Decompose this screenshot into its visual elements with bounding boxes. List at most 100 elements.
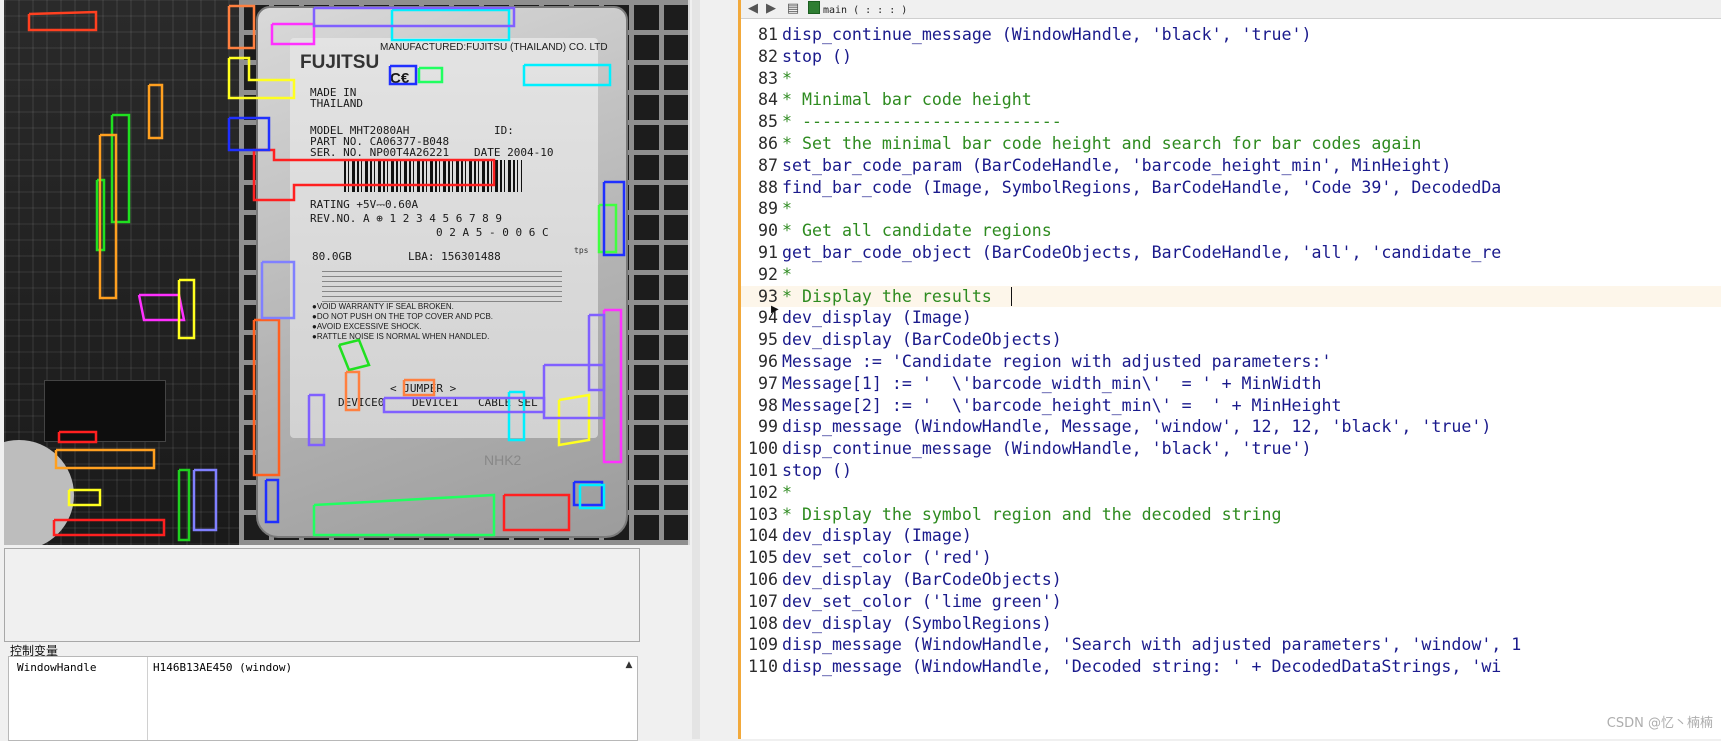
line-number: 83 bbox=[758, 68, 778, 88]
code-line[interactable]: 103 * Display the symbol region and the d… bbox=[741, 504, 1721, 526]
code-statement: dev_display (Image) bbox=[782, 526, 972, 546]
code-line[interactable]: 90 * Get all candidate regions bbox=[741, 220, 1721, 242]
code-line[interactable]: 81 disp_continue_message (WindowHandle, '… bbox=[741, 24, 1721, 46]
code-statement: dev_set_color ('lime green') bbox=[782, 591, 1062, 611]
line-number: 91 bbox=[758, 243, 778, 262]
code-line[interactable]: 91 get_bar_code_object (BarCodeObjects, B… bbox=[741, 242, 1721, 264]
region-yellow-3 bbox=[67, 488, 102, 507]
region-orange-3 bbox=[54, 448, 156, 470]
procedure-icon bbox=[808, 1, 820, 14]
code-line[interactable]: 104 dev_display (Image) bbox=[741, 525, 1721, 547]
line-number: 109 bbox=[748, 635, 778, 655]
code-comment: * bbox=[782, 264, 792, 284]
region-red-6 bbox=[27, 10, 98, 32]
line-number: 86 bbox=[758, 134, 778, 153]
line-number: 81 bbox=[758, 25, 778, 44]
code-line[interactable]: 108 dev_display (SymbolRegions) bbox=[741, 613, 1721, 635]
region-blue-1 bbox=[227, 116, 271, 152]
text-caret bbox=[1011, 287, 1012, 306]
code-comment: * Display the results bbox=[782, 286, 992, 306]
variables-table: WindowHandle H146B13AE450 (window) ▲ bbox=[8, 656, 638, 741]
region-purple-5 bbox=[382, 396, 546, 414]
program-editor[interactable]: ◀ ▶ ▤ main ( : : : ) 81 disp_continue_mes… bbox=[741, 0, 1721, 739]
code-line[interactable]: 85 * -------------------------- bbox=[741, 111, 1721, 133]
region-purple-6 bbox=[542, 363, 606, 420]
region-green-6 bbox=[597, 203, 618, 254]
code-line[interactable]: 87 set_bar_code_param (BarCodeHandle, 'ba… bbox=[741, 155, 1721, 177]
code-line[interactable]: 89 * bbox=[741, 198, 1721, 220]
code-line[interactable]: 109 disp_message (WindowHandle, 'Search w… bbox=[741, 634, 1721, 656]
code-line[interactable]: 86 * Set the minimal bar code height and … bbox=[741, 133, 1721, 155]
line-number: 107 bbox=[748, 591, 778, 611]
code-line[interactable]: 95 dev_display (BarCodeObjects) bbox=[741, 329, 1721, 351]
code-line[interactable]: 101 stop () bbox=[741, 460, 1721, 482]
code-statement: dev_display (Image) bbox=[782, 308, 972, 328]
graphics-scrollbar[interactable] bbox=[692, 0, 700, 739]
code-statement: Message := 'Candidate region with adjust… bbox=[782, 352, 1332, 371]
code-area[interactable]: 81 disp_continue_message (WindowHandle, '… bbox=[741, 24, 1721, 739]
region-purple-4 bbox=[307, 393, 326, 447]
region-magenta-2 bbox=[602, 308, 623, 464]
code-statement: stop () bbox=[782, 461, 852, 480]
code-line[interactable]: 110 disp_message (WindowHandle, 'Decoded … bbox=[741, 656, 1721, 678]
code-line[interactable]: 92 * bbox=[741, 264, 1721, 286]
region-orange-4 bbox=[402, 378, 436, 397]
region-red-5 bbox=[57, 430, 98, 444]
code-line[interactable]: 93 * Display the results bbox=[741, 285, 1721, 308]
code-statement: find_bar_code (Image, SymbolRegions, Bar… bbox=[782, 177, 1502, 197]
pane-gutter bbox=[700, 0, 738, 739]
code-statement: disp_message (WindowHandle, 'Decoded str… bbox=[782, 657, 1502, 677]
region-green-5 bbox=[337, 338, 371, 372]
procedure-browser-icon[interactable]: ▤ bbox=[785, 1, 801, 17]
code-line[interactable]: 97 Message[1] := ' \'barcode_width_min\' … bbox=[741, 373, 1721, 395]
graphics-window[interactable]: FUJITSU MANUFACTURED:FUJITSU (THAILAND) … bbox=[4, 0, 690, 545]
line-number: 87 bbox=[758, 155, 778, 175]
code-line[interactable]: 99 disp_message (WindowHandle, Message, '… bbox=[741, 416, 1721, 438]
code-line[interactable]: 83 * bbox=[741, 68, 1721, 90]
line-number: 98 bbox=[758, 395, 778, 415]
code-line[interactable]: 106 dev_display (BarCodeObjects) bbox=[741, 569, 1721, 591]
variable-name: WindowHandle bbox=[17, 661, 97, 674]
line-number: 92 bbox=[758, 264, 778, 284]
line-number: 85 bbox=[758, 112, 778, 132]
code-line[interactable]: 100 disp_continue_message (WindowHandle, … bbox=[741, 438, 1721, 460]
code-statement: Message[2] := ' \'barcode_height_min\' =… bbox=[782, 395, 1342, 415]
code-comment: * -------------------------- bbox=[782, 112, 1062, 132]
program-counter-icon: ▶ bbox=[771, 304, 779, 315]
code-line[interactable]: 94 dev_display (Image) bbox=[741, 307, 1721, 329]
line-number: 89 bbox=[758, 199, 778, 219]
code-line[interactable]: 88 find_bar_code (Image, SymbolRegions, B… bbox=[741, 177, 1721, 199]
line-number: 90 bbox=[758, 221, 778, 241]
arrow-left-icon[interactable]: ◀ bbox=[745, 1, 761, 17]
line-number: 106 bbox=[748, 570, 778, 589]
region-red-3 bbox=[502, 493, 571, 532]
code-line[interactable]: 82 stop () bbox=[741, 46, 1721, 68]
code-comment: * Get all candidate regions bbox=[782, 221, 1052, 241]
code-statement: Message[1] := ' \'barcode_width_min\' = … bbox=[782, 373, 1322, 393]
code-line[interactable]: 107 dev_set_color ('lime green') bbox=[741, 591, 1721, 613]
code-statement: dev_display (SymbolRegions) bbox=[782, 613, 1052, 633]
region-blue-5 bbox=[388, 64, 418, 86]
region-purple-7 bbox=[587, 313, 606, 392]
code-line[interactable]: 105 dev_set_color ('red') bbox=[741, 547, 1721, 569]
code-line[interactable]: 102 * bbox=[741, 482, 1721, 504]
region-yellow-4 bbox=[557, 393, 591, 447]
region-red-2 bbox=[252, 318, 281, 477]
procedure-tab[interactable]: main ( : : : ) bbox=[808, 1, 907, 16]
code-comment: * bbox=[782, 482, 792, 502]
scroll-up-icon[interactable]: ▲ bbox=[623, 659, 635, 671]
line-number: 105 bbox=[748, 548, 778, 568]
line-number: 88 bbox=[758, 177, 778, 197]
region-orange-6 bbox=[98, 133, 118, 300]
code-line[interactable]: 98 Message[2] := ' \'barcode_height_min\'… bbox=[741, 395, 1721, 417]
region-orange-2 bbox=[147, 83, 164, 140]
code-line[interactable]: 96 Message := 'Candidate region with adju… bbox=[741, 351, 1721, 373]
variable-row[interactable]: WindowHandle H146B13AE450 (window) bbox=[9, 659, 621, 675]
code-statement: set_bar_code_param (BarCodeHandle, 'barc… bbox=[782, 155, 1452, 175]
line-number: 100 bbox=[748, 439, 778, 459]
candidate-regions-overlay bbox=[27, 4, 626, 542]
code-line[interactable]: 84 * Minimal bar code height bbox=[741, 89, 1721, 111]
region-orange-1 bbox=[227, 4, 256, 50]
arrow-right-icon[interactable]: ▶ bbox=[763, 1, 779, 17]
line-number: 95 bbox=[758, 330, 778, 350]
